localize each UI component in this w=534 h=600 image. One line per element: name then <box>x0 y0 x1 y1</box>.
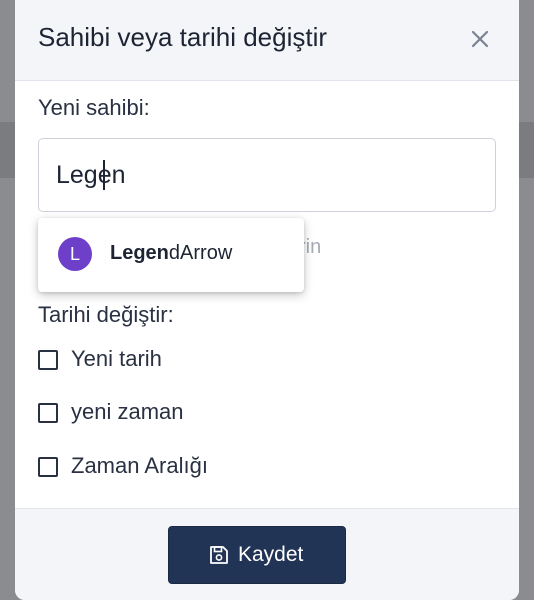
close-button[interactable] <box>465 24 495 54</box>
close-icon <box>471 30 489 48</box>
checkbox-label: Yeni tarih <box>71 346 162 371</box>
save-icon <box>210 546 228 564</box>
avatar: L <box>58 237 92 271</box>
change-date-label: Tarihi değiştir: <box>38 302 174 327</box>
avatar-letter: L <box>69 244 80 264</box>
dialog-header: Sahibi veya tarihi değiştir <box>15 0 519 81</box>
checkbox-box[interactable] <box>38 457 58 477</box>
save-button-label: Kaydet <box>238 543 304 566</box>
dialog-footer: Kaydet <box>15 508 519 600</box>
text-caret <box>103 160 105 190</box>
checkbox-box[interactable] <box>38 403 58 423</box>
checkbox-box[interactable] <box>38 350 58 370</box>
change-owner-dialog: Sahibi veya tarihi değiştir Yeni sahibi:… <box>15 0 519 600</box>
suggestion-name-match: Legen <box>110 242 169 264</box>
suggestion-name-rest: dArrow <box>168 242 233 264</box>
save-button[interactable]: Kaydet <box>168 526 346 584</box>
owner-suggestion-item[interactable]: L LegendArrow <box>38 218 304 292</box>
new-owner-field[interactable] <box>38 138 496 212</box>
checkbox-label: yeni zaman <box>71 399 184 424</box>
new-owner-label: Yeni sahibi: <box>38 95 150 120</box>
owner-suggestions-dropdown: L LegendArrow <box>38 218 304 292</box>
new-owner-input[interactable] <box>56 157 476 193</box>
suggestion-name: LegendArrow <box>110 242 232 265</box>
checkbox-label: Zaman Aralığı <box>71 453 208 478</box>
dialog-title: Sahibi veya tarihi değiştir <box>38 22 328 52</box>
